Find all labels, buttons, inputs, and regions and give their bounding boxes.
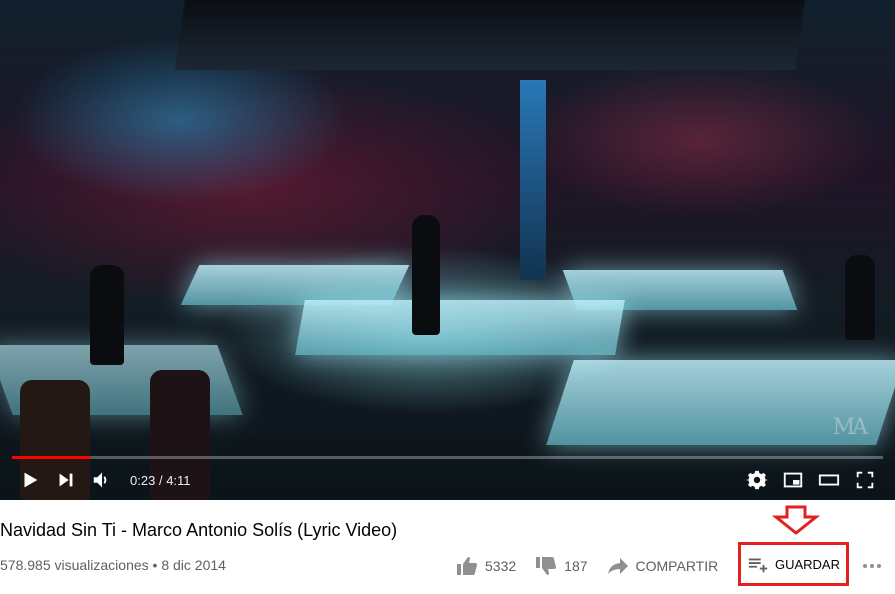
like-count: 5332 bbox=[485, 558, 517, 574]
settings-button[interactable] bbox=[739, 462, 775, 498]
video-actions: 5332 187 COMPARTIR bbox=[455, 546, 736, 586]
dislike-button[interactable]: 187 bbox=[534, 554, 588, 578]
volume-button[interactable] bbox=[84, 462, 120, 498]
time-total: 4:11 bbox=[166, 472, 191, 488]
annotation-arrow-icon bbox=[772, 505, 820, 535]
playlist-add-icon bbox=[748, 558, 768, 573]
performer bbox=[412, 215, 440, 335]
like-button[interactable]: 5332 bbox=[455, 554, 516, 578]
stage-platform bbox=[180, 265, 410, 305]
musician bbox=[845, 255, 875, 340]
theater-button[interactable] bbox=[811, 462, 847, 498]
next-icon bbox=[59, 473, 73, 487]
gear-icon bbox=[746, 470, 768, 490]
play-icon bbox=[24, 472, 38, 488]
dislike-count: 187 bbox=[564, 558, 588, 574]
time-current: 0:23 bbox=[130, 472, 156, 488]
miniplayer-icon bbox=[783, 472, 803, 488]
musician bbox=[90, 265, 124, 365]
progress-fill bbox=[12, 456, 91, 459]
save-label: GUARDAR bbox=[774, 556, 840, 572]
more-horizontal-icon bbox=[863, 564, 881, 568]
stage-platform bbox=[295, 300, 625, 355]
time-separator: / bbox=[158, 472, 163, 488]
play-button[interactable] bbox=[12, 462, 48, 498]
save-button[interactable]: GUARDAR bbox=[738, 542, 849, 586]
player-controls: 0:23 / 4:11 bbox=[0, 462, 895, 498]
meta-separator: • bbox=[152, 557, 158, 573]
channel-watermark: MA bbox=[832, 415, 868, 440]
video-player[interactable]: MA 0:23 / 4:11 bbox=[0, 0, 895, 500]
time-display: 0:23 / 4:11 bbox=[130, 473, 191, 488]
publish-date: 8 dic 2014 bbox=[161, 557, 226, 573]
stage-ceiling bbox=[175, 0, 805, 70]
share-button[interactable]: COMPARTIR bbox=[606, 554, 719, 578]
thumbs-up-icon bbox=[457, 557, 477, 575]
progress-bar[interactable] bbox=[12, 456, 883, 459]
fullscreen-button[interactable] bbox=[847, 462, 883, 498]
thumbs-down-icon bbox=[536, 557, 557, 575]
share-label: COMPARTIR bbox=[635, 558, 719, 574]
video-meta: 578.985 visualizaciones • 8 dic 2014 bbox=[0, 557, 226, 573]
stage-light-column bbox=[520, 80, 546, 280]
volume-icon bbox=[93, 472, 107, 488]
share-arrow-icon bbox=[607, 558, 628, 574]
next-button[interactable] bbox=[48, 462, 84, 498]
more-actions-button[interactable] bbox=[860, 554, 884, 578]
view-count: 578.985 visualizaciones bbox=[0, 557, 149, 573]
theater-icon bbox=[818, 474, 840, 486]
fullscreen-icon bbox=[856, 471, 874, 489]
video-title: Navidad Sin Ti - Marco Antonio Solís (Ly… bbox=[0, 520, 398, 540]
miniplayer-button[interactable] bbox=[775, 462, 811, 498]
